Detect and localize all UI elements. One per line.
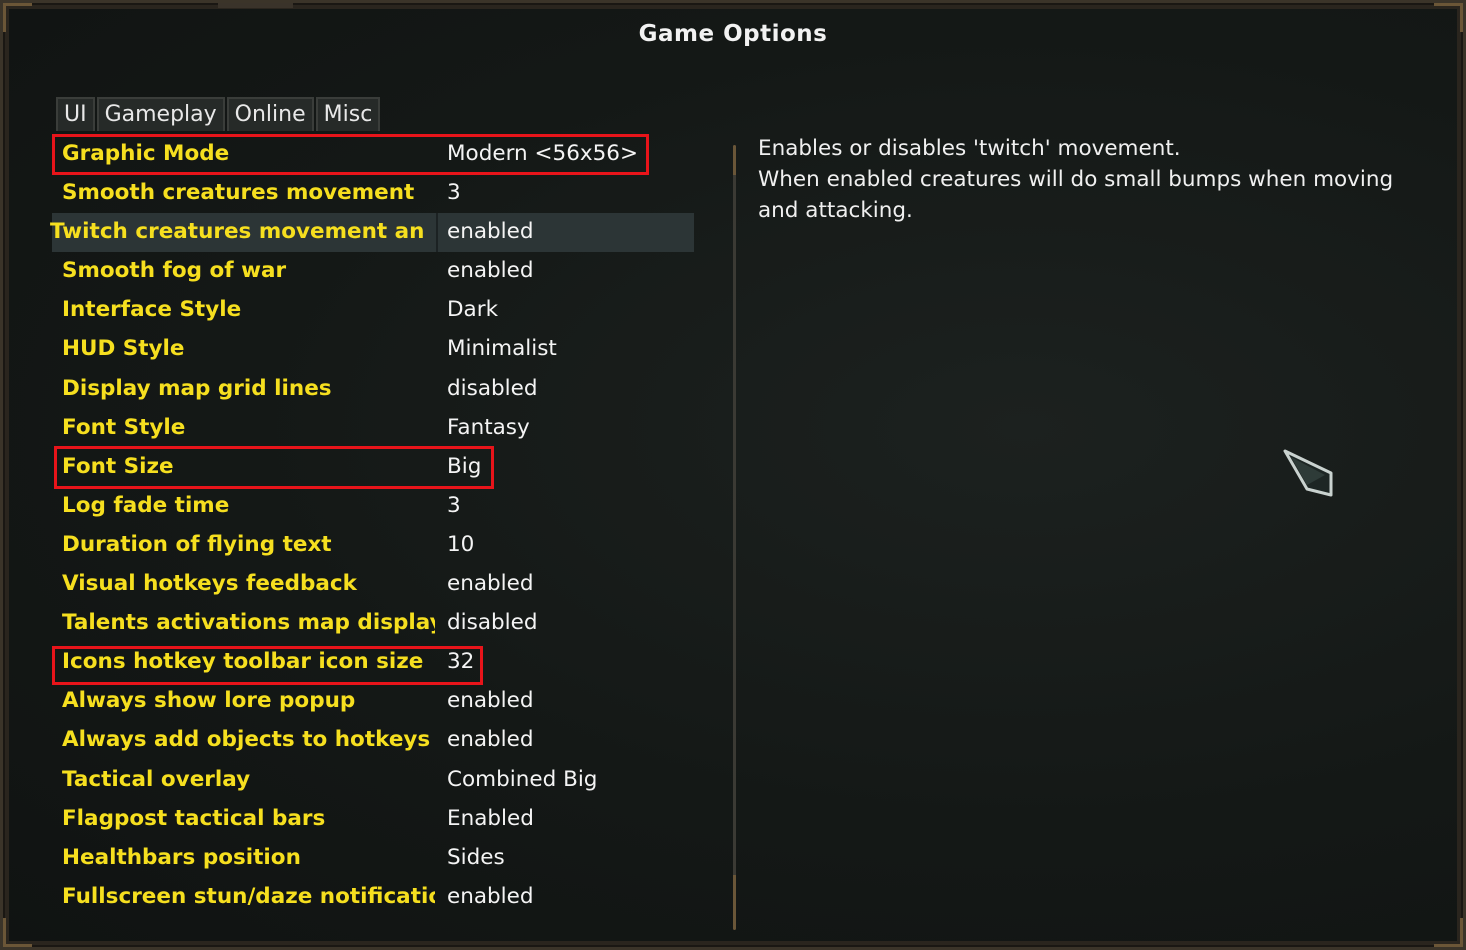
option-label: Smooth creatures movement <box>62 180 415 206</box>
option-label: Talents activations map display <box>62 610 435 636</box>
options-tabs: UI Gameplay Online Misc <box>56 97 382 131</box>
option-value[interactable]: enabled <box>447 213 534 252</box>
frame-corner-ornament <box>3 918 32 947</box>
option-row-smooth-fog-of-war[interactable]: Smooth fog of war enabled <box>52 252 694 291</box>
option-label: Always add objects to hotkeys <box>62 727 431 753</box>
option-row-graphic-mode[interactable]: Graphic Mode Modern <56x56> <box>52 135 694 174</box>
option-value[interactable]: enabled <box>447 252 534 291</box>
option-value[interactable]: Sides <box>447 839 505 878</box>
option-value[interactable]: enabled <box>447 565 534 604</box>
option-label: Healthbars position <box>62 844 301 870</box>
option-row-duration-of-flying-text[interactable]: Duration of flying text 10 <box>52 526 694 565</box>
option-row-smooth-creatures-movement[interactable]: Smooth creatures movement 3 <box>52 174 694 213</box>
option-row-display-map-grid-lines[interactable]: Display map grid lines disabled <box>52 370 694 409</box>
option-value[interactable]: 32 <box>447 643 474 682</box>
option-label: Smooth fog of war <box>62 258 287 284</box>
options-list: Graphic Mode Modern <56x56> Smooth creat… <box>50 135 694 917</box>
option-row-fullscreen-stun-daze-notification[interactable]: Fullscreen stun/daze notification enable… <box>52 878 694 917</box>
option-description: Enables or disables 'twitch' movement. W… <box>758 133 1433 226</box>
option-value[interactable]: 10 <box>447 526 474 565</box>
option-value[interactable]: 3 <box>447 174 461 213</box>
option-row-font-size[interactable]: Font Size Big <box>52 448 694 487</box>
option-label: Fullscreen stun/daze notification <box>62 883 435 909</box>
window-title: Game Options <box>638 21 828 47</box>
description-line: and attacking. <box>758 198 913 223</box>
option-row-flagpost-tactical-bars[interactable]: Flagpost tactical bars Enabled <box>52 800 694 839</box>
option-row-healthbars-position[interactable]: Healthbars position Sides <box>52 839 694 878</box>
option-label: Twitch creatures movement and attack <box>50 219 423 245</box>
option-label: Font Size <box>62 453 174 479</box>
option-value[interactable]: Enabled <box>447 800 534 839</box>
top-frame-ornament <box>218 3 293 8</box>
option-row-talents-activations-map-display[interactable]: Talents activations map display disabled <box>52 604 694 643</box>
option-value[interactable]: disabled <box>447 370 538 409</box>
panel-divider <box>733 145 736 930</box>
option-value[interactable]: Combined Big <box>447 761 597 800</box>
option-label: Tactical overlay <box>62 766 251 792</box>
option-value[interactable]: 3 <box>447 487 461 526</box>
option-value[interactable]: Modern <56x56> <box>447 135 638 174</box>
frame-corner-ornament <box>1434 918 1463 947</box>
tab-misc[interactable]: Misc <box>315 97 381 131</box>
option-value[interactable]: Big <box>447 448 481 487</box>
option-row-interface-style[interactable]: Interface Style Dark <box>52 291 694 330</box>
option-row-log-fade-time[interactable]: Log fade time 3 <box>52 487 694 526</box>
option-label: Log fade time <box>62 492 230 518</box>
description-line: Enables or disables 'twitch' movement. <box>758 136 1181 161</box>
option-value[interactable]: disabled <box>447 604 538 643</box>
option-label: Always show lore popup <box>62 688 356 714</box>
game-cursor-icon <box>1283 449 1333 497</box>
tab-ui[interactable]: UI <box>56 97 95 131</box>
option-row-twitch-creatures-movement[interactable]: Twitch creatures movement and attack ena… <box>50 213 694 253</box>
option-value[interactable]: enabled <box>447 682 534 721</box>
option-value[interactable]: Minimalist <box>447 330 557 369</box>
option-value[interactable]: enabled <box>447 878 534 917</box>
option-label: Graphic Mode <box>62 141 230 166</box>
option-row-tactical-overlay[interactable]: Tactical overlay Combined Big <box>52 761 694 800</box>
tab-online[interactable]: Online <box>226 97 314 131</box>
option-label: Flagpost tactical bars <box>62 805 326 831</box>
option-label: Display map grid lines <box>62 375 332 401</box>
option-value[interactable]: Dark <box>447 291 498 330</box>
option-value[interactable]: Fantasy <box>447 409 530 448</box>
option-row-always-show-lore-popup[interactable]: Always show lore popup enabled <box>52 682 694 721</box>
option-row-icons-hotkey-toolbar-icon-size[interactable]: Icons hotkey toolbar icon size 32 <box>52 643 694 682</box>
option-value[interactable]: enabled <box>447 721 534 760</box>
option-label: Visual hotkeys feedback <box>62 571 357 597</box>
option-label: Icons hotkey toolbar icon size <box>62 649 424 675</box>
option-label: Duration of flying text <box>62 531 332 557</box>
option-label: Interface Style <box>62 297 242 323</box>
option-row-hud-style[interactable]: HUD Style Minimalist <box>52 330 694 369</box>
game-options-window: Game Options UI Gameplay Online Misc Gra… <box>0 0 1466 950</box>
option-row-always-add-objects-to-hotkeys[interactable]: Always add objects to hotkeys enabled <box>52 721 694 760</box>
option-label: Font Style <box>62 414 186 440</box>
option-label: HUD Style <box>62 336 185 362</box>
tab-gameplay[interactable]: Gameplay <box>96 97 225 131</box>
option-row-font-style[interactable]: Font Style Fantasy <box>52 409 694 448</box>
option-row-visual-hotkeys-feedback[interactable]: Visual hotkeys feedback enabled <box>52 565 694 604</box>
description-line: When enabled creatures will do small bum… <box>758 167 1394 192</box>
